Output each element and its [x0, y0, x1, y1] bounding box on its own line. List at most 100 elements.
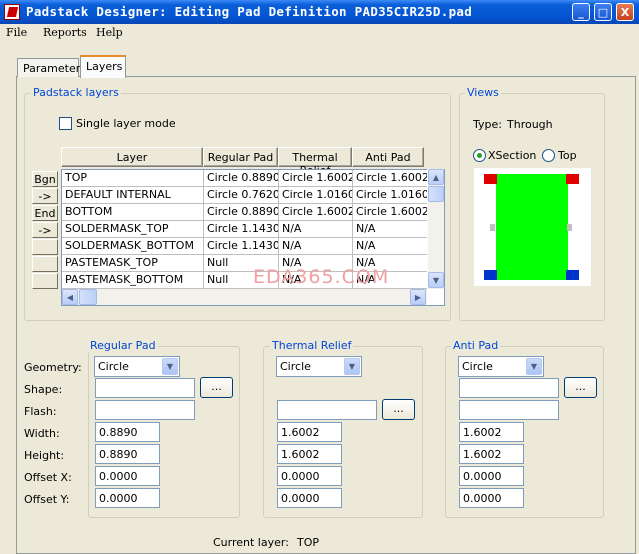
column-header-anti-pad[interactable]: Anti Pad — [352, 147, 424, 167]
vertical-scrollbar[interactable]: ▲ ▼ — [427, 169, 444, 289]
cell-thermal-relief[interactable]: Circle 1.6002 — [279, 170, 353, 187]
width-label: Width: — [24, 427, 60, 440]
column-header-thermal-relief[interactable]: Thermal Relief — [278, 147, 352, 177]
current-layer-label: Current layer: — [213, 536, 289, 549]
regular-pad-width-input[interactable]: 0.8890 — [95, 422, 160, 442]
tab-layers[interactable]: Layers — [80, 55, 126, 78]
cell-anti-pad[interactable]: Circle 1.0160 — [353, 187, 429, 204]
scroll-down-icon[interactable]: ▼ — [428, 272, 444, 288]
single-layer-mode-label: Single layer mode — [76, 117, 176, 130]
cell-thermal-relief[interactable]: N/A — [279, 238, 353, 255]
thermal-relief-offset-y-input[interactable]: 0.0000 — [277, 488, 342, 508]
xsection-radio[interactable] — [473, 149, 486, 162]
table-row[interactable]: TOP Circle 0.8890 Circle 1.6002 Circle 1… — [62, 170, 429, 187]
table-row[interactable]: SOLDERMASK_TOP Circle 1.1430 N/A N/A — [62, 221, 429, 238]
cell-regular-pad[interactable]: Circle 0.7620 — [204, 187, 279, 204]
table-row[interactable]: SOLDERMASK_BOTTOM Circle 1.1430 N/A N/A — [62, 238, 429, 255]
anti-pad-flash-input[interactable] — [459, 400, 559, 420]
scroll-left-icon[interactable]: ◀ — [62, 289, 78, 305]
row-arrow-button[interactable]: -> — [32, 188, 58, 204]
cell-layer[interactable]: PASTEMASK_TOP — [62, 255, 204, 272]
table-row[interactable]: BOTTOM Circle 0.8890 Circle 1.6002 Circl… — [62, 204, 429, 221]
tab-parameters[interactable]: Parameters — [17, 58, 86, 77]
row-button[interactable] — [32, 273, 58, 289]
chevron-down-icon[interactable]: ▼ — [526, 358, 542, 375]
views-label: Views — [465, 86, 501, 99]
cell-anti-pad[interactable]: N/A — [353, 238, 429, 255]
anti-pad-browse-button[interactable]: ... — [564, 377, 597, 398]
scroll-thumb[interactable] — [428, 186, 444, 202]
menu-file[interactable]: File — [6, 26, 27, 39]
close-button[interactable]: X — [616, 3, 634, 21]
cell-thermal-relief[interactable]: Circle 1.0160 — [279, 187, 353, 204]
row-button[interactable] — [32, 239, 58, 255]
thermal-relief-width-input[interactable]: 1.6002 — [277, 422, 342, 442]
cell-thermal-relief[interactable]: Circle 1.6002 — [279, 204, 353, 221]
cell-anti-pad[interactable]: N/A — [353, 221, 429, 238]
thermal-relief-height-input[interactable]: 1.6002 — [277, 444, 342, 464]
regular-pad-geometry-select[interactable]: Circle ▼ — [94, 356, 180, 377]
anti-pad-geometry-select[interactable]: Circle ▼ — [458, 356, 544, 377]
anti-pad-offset-y-input[interactable]: 0.0000 — [459, 488, 524, 508]
offset-x-label: Offset X: — [24, 471, 72, 484]
title-bar[interactable]: Padstack Designer: Editing Pad Definitio… — [0, 0, 639, 24]
top-radio[interactable] — [542, 149, 555, 162]
watermark: EDA365.COM — [253, 266, 390, 288]
thermal-relief-label: Thermal Relief — [270, 339, 354, 352]
cell-layer[interactable]: PASTEMASK_BOTTOM — [62, 272, 204, 289]
cell-regular-pad[interactable]: Circle 0.8890 — [204, 204, 279, 221]
minimize-button[interactable]: _ — [572, 3, 590, 21]
regular-pad-flash-input[interactable] — [95, 400, 195, 420]
cell-layer[interactable]: TOP — [62, 170, 204, 187]
scroll-right-icon[interactable]: ▶ — [410, 289, 426, 305]
menu-reports[interactable]: Reports — [43, 26, 87, 39]
thermal-relief-browse-button[interactable]: ... — [382, 399, 415, 420]
cell-layer[interactable]: SOLDERMASK_TOP — [62, 221, 204, 238]
single-layer-mode-checkbox[interactable] — [59, 117, 72, 130]
table-row[interactable]: DEFAULT INTERNAL Circle 0.7620 Circle 1.… — [62, 187, 429, 204]
selected-value: Circle — [462, 360, 493, 373]
end-layer-button[interactable]: End — [32, 205, 58, 221]
row-button[interactable] — [32, 256, 58, 272]
column-header-regular-pad[interactable]: Regular Pad — [203, 147, 278, 167]
regular-pad-offset-x-input[interactable]: 0.0000 — [95, 466, 160, 486]
top-label: Top — [558, 149, 577, 162]
regular-pad-offset-y-input[interactable]: 0.0000 — [95, 488, 160, 508]
padstack-layers-label: Padstack layers — [31, 86, 121, 99]
thermal-relief-flash-input[interactable] — [277, 400, 377, 420]
menu-help[interactable]: Help — [96, 26, 123, 39]
cell-regular-pad[interactable]: Circle 0.8890 — [204, 170, 279, 187]
scroll-thumb[interactable] — [79, 289, 97, 305]
maximize-button[interactable]: □ — [594, 3, 612, 21]
anti-pad-height-input[interactable]: 1.6002 — [459, 444, 524, 464]
cell-layer[interactable]: BOTTOM — [62, 204, 204, 221]
cell-layer[interactable]: SOLDERMASK_BOTTOM — [62, 238, 204, 255]
anti-pad-shape-input[interactable] — [459, 378, 559, 398]
anti-pad-label: Anti Pad — [451, 339, 501, 352]
bottom-layer-marker — [484, 270, 497, 280]
horizontal-scrollbar[interactable]: ◀ ▶ — [62, 289, 427, 305]
bottom-layer-marker — [566, 270, 579, 280]
regular-pad-height-input[interactable]: 0.8890 — [95, 444, 160, 464]
begin-layer-button[interactable]: Bgn — [32, 171, 58, 187]
cell-thermal-relief[interactable]: N/A — [279, 221, 353, 238]
flash-label: Flash: — [24, 405, 57, 418]
cell-regular-pad[interactable]: Circle 1.1430 — [204, 221, 279, 238]
cell-layer[interactable]: DEFAULT INTERNAL — [62, 187, 204, 204]
cell-anti-pad[interactable]: Circle 1.6002 — [353, 204, 429, 221]
anti-pad-width-input[interactable]: 1.6002 — [459, 422, 524, 442]
column-header-layer[interactable]: Layer — [61, 147, 203, 167]
row-arrow-button[interactable]: -> — [32, 222, 58, 238]
regular-pad-browse-button[interactable]: ... — [200, 377, 233, 398]
scroll-up-icon[interactable]: ▲ — [428, 169, 444, 185]
cell-regular-pad[interactable]: Circle 1.1430 — [204, 238, 279, 255]
anti-pad-offset-x-input[interactable]: 0.0000 — [459, 466, 524, 486]
thermal-relief-offset-x-input[interactable]: 0.0000 — [277, 466, 342, 486]
selected-value: Circle — [98, 360, 129, 373]
chevron-down-icon[interactable]: ▼ — [162, 358, 178, 375]
cell-anti-pad[interactable]: Circle 1.6002 — [353, 170, 429, 187]
internal-layer-marker — [490, 224, 495, 231]
chevron-down-icon[interactable]: ▼ — [344, 358, 360, 375]
thermal-relief-geometry-select[interactable]: Circle ▼ — [276, 356, 362, 377]
regular-pad-shape-input[interactable] — [95, 378, 195, 398]
